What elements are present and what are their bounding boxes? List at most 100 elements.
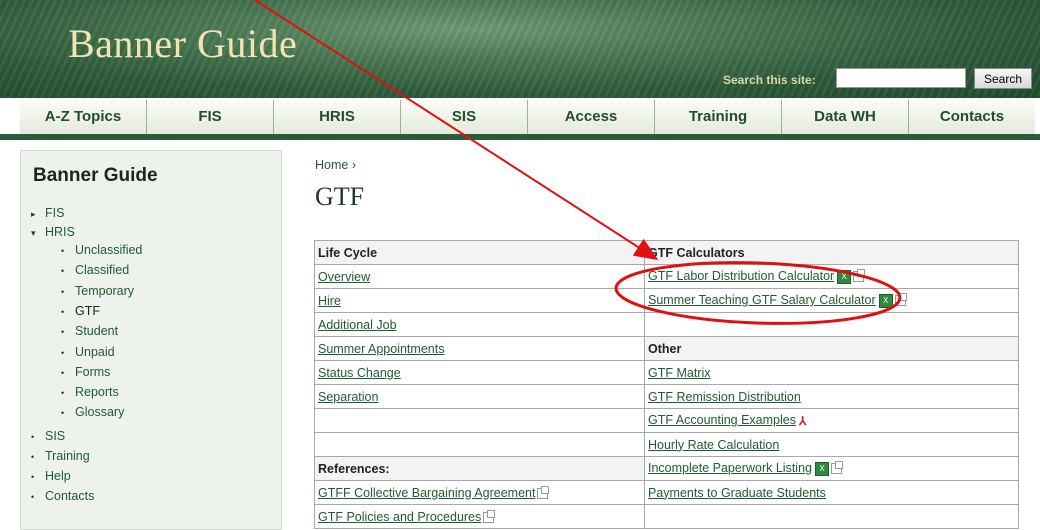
table-cell: Hourly Rate Calculation <box>644 432 1019 457</box>
sidebar-item-label: Glossary <box>75 405 125 419</box>
separation-link[interactable]: Separation <box>318 390 378 404</box>
sidebar-item-reports[interactable]: • Reports <box>61 385 119 399</box>
search-label: Search this site: <box>723 73 816 87</box>
table-row: Hire Summer Teaching GTF Salary Calculat… <box>314 288 1019 313</box>
bullet-icon: • <box>61 307 65 317</box>
sidebar-title: Banner Guide <box>33 165 158 186</box>
sidebar-item-label: Unpaid <box>75 345 115 359</box>
sidebar-item-forms[interactable]: • Forms <box>61 365 110 379</box>
sidebar-item-sis[interactable]: • SIS <box>31 429 65 443</box>
sidebar-item-glossary[interactable]: • Glossary <box>61 405 124 419</box>
sidebar-item-student[interactable]: • Student <box>61 324 118 338</box>
sidebar-item-help[interactable]: • Help <box>31 469 71 483</box>
labor-distribution-calculator-link[interactable]: GTF Labor Distribution Calculator <box>648 269 834 283</box>
sidebar-item-temporary[interactable]: • Temporary <box>61 284 134 298</box>
life-cycle-header: Life Cycle <box>314 240 645 265</box>
table-cell: Separation <box>314 384 645 409</box>
hire-link[interactable]: Hire <box>318 294 341 308</box>
sidebar-item-label: FIS <box>45 206 65 220</box>
other-header: Other <box>644 336 1019 361</box>
references-header: References: <box>314 456 645 481</box>
sidebar-item-label: Temporary <box>75 284 135 298</box>
breadcrumb-separator: › <box>351 158 356 172</box>
sidebar-item-fis[interactable]: ▸ FIS <box>31 206 64 220</box>
bullet-icon: • <box>61 368 65 378</box>
status-change-link[interactable]: Status Change <box>318 366 401 380</box>
nav-tab-a-z-topics[interactable]: A-Z Topics <box>20 100 147 134</box>
gtf-table: Life Cycle GTF Calculators Overview GTF … <box>314 240 1019 529</box>
expand-arrow-icon: ▸ <box>31 209 36 219</box>
table-row: References: Incomplete Paperwork Listing… <box>314 456 1019 481</box>
excel-icon: X <box>814 461 829 476</box>
table-cell: Summer Teaching GTF Salary Calculator X <box>644 288 1019 313</box>
table-row: GTFF Collective Bargaining Agreement Pay… <box>314 480 1019 505</box>
search-input[interactable] <box>836 68 966 88</box>
bullet-icon: • <box>61 348 65 358</box>
nav-tab-access[interactable]: Access <box>528 100 655 134</box>
table-cell: Payments to Graduate Students <box>644 480 1019 505</box>
search-button[interactable]: Search <box>974 68 1032 89</box>
table-row: GTF Policies and Procedures <box>314 504 1019 529</box>
table-cell: GTF Policies and Procedures <box>314 504 645 529</box>
gtf-matrix-link[interactable]: GTF Matrix <box>648 366 711 380</box>
sidebar-item-gtf[interactable]: • GTF <box>61 304 100 318</box>
sidebar-item-contacts[interactable]: • Contacts <box>31 489 94 503</box>
nav-divider <box>0 134 1040 140</box>
payments-to-graduate-students-link[interactable]: Payments to Graduate Students <box>648 486 826 500</box>
site-title[interactable]: Banner Guide <box>68 20 297 67</box>
table-cell: GTF Accounting Examples ⅄ <box>644 408 1019 433</box>
sidebar-item-training[interactable]: • Training <box>31 449 90 463</box>
external-link-icon <box>483 509 496 523</box>
table-row: Additional Job <box>314 312 1019 337</box>
bullet-icon: • <box>31 472 35 482</box>
table-cell: Overview <box>314 264 645 289</box>
bullet-icon: • <box>61 246 65 256</box>
table-row: GTF Accounting Examples ⅄ <box>314 408 1019 433</box>
sidebar-item-classified[interactable]: • Classified <box>61 263 129 277</box>
table-cell: Hire <box>314 288 645 313</box>
nav-tab-hris[interactable]: HRIS <box>274 100 401 134</box>
table-cell: Incomplete Paperwork Listing X <box>644 456 1019 481</box>
main-nav: A-Z Topics FIS HRIS SIS Access Training … <box>20 100 1035 134</box>
sidebar-item-label: Unclassified <box>75 243 143 257</box>
bullet-icon: • <box>31 492 35 502</box>
sidebar-item-label: Classified <box>75 263 130 277</box>
summer-appointments-link[interactable]: Summer Appointments <box>318 342 444 356</box>
breadcrumb: Home › <box>315 158 356 172</box>
incomplete-paperwork-link[interactable]: Incomplete Paperwork Listing <box>648 461 812 475</box>
external-link-icon <box>830 461 843 475</box>
sidebar-item-hris[interactable]: ▾ HRIS <box>31 225 75 239</box>
table-cell: Summer Appointments <box>314 336 645 361</box>
sidebar-item-unclassified[interactable]: • Unclassified <box>61 243 142 257</box>
table-cell: GTF Remission Distribution <box>644 384 1019 409</box>
hourly-rate-calculation-link[interactable]: Hourly Rate Calculation <box>648 438 779 452</box>
nav-tab-fis[interactable]: FIS <box>147 100 274 134</box>
sidebar-item-label: Reports <box>75 385 119 399</box>
bullet-icon: • <box>31 452 35 462</box>
nav-tab-training[interactable]: Training <box>655 100 782 134</box>
gtf-policies-link[interactable]: GTF Policies and Procedures <box>318 510 481 524</box>
table-cell: Status Change <box>314 360 645 385</box>
summer-teaching-calculator-link[interactable]: Summer Teaching GTF Salary Calculator <box>648 293 876 307</box>
excel-icon: X <box>837 269 852 284</box>
table-cell: GTFF Collective Bargaining Agreement <box>314 480 645 505</box>
sidebar-item-unpaid[interactable]: • Unpaid <box>61 345 115 359</box>
sidebar: Banner Guide ▸ FIS ▾ HRIS • Unclassified • C… <box>20 150 282 530</box>
bullet-icon: • <box>61 327 65 337</box>
table-cell: GTF Labor Distribution Calculator X <box>644 264 1019 289</box>
nav-tab-contacts[interactable]: Contacts <box>909 100 1035 134</box>
remission-distribution-link[interactable]: GTF Remission Distribution <box>648 390 801 404</box>
nav-tab-sis[interactable]: SIS <box>401 100 528 134</box>
gtff-agreement-link[interactable]: GTFF Collective Bargaining Agreement <box>318 486 535 500</box>
accounting-examples-link[interactable]: GTF Accounting Examples <box>648 413 796 427</box>
table-row: Life Cycle GTF Calculators <box>314 240 1019 265</box>
sidebar-item-label: SIS <box>45 429 66 443</box>
overview-link[interactable]: Overview <box>318 270 370 284</box>
sidebar-item-label: Forms <box>75 365 111 379</box>
additional-job-link[interactable]: Additional Job <box>318 318 397 332</box>
bullet-icon: • <box>61 388 65 398</box>
breadcrumb-home-link[interactable]: Home <box>315 158 348 172</box>
nav-tab-data-wh[interactable]: Data WH <box>782 100 909 134</box>
bullet-icon: • <box>61 408 65 418</box>
external-link-icon <box>853 269 866 283</box>
